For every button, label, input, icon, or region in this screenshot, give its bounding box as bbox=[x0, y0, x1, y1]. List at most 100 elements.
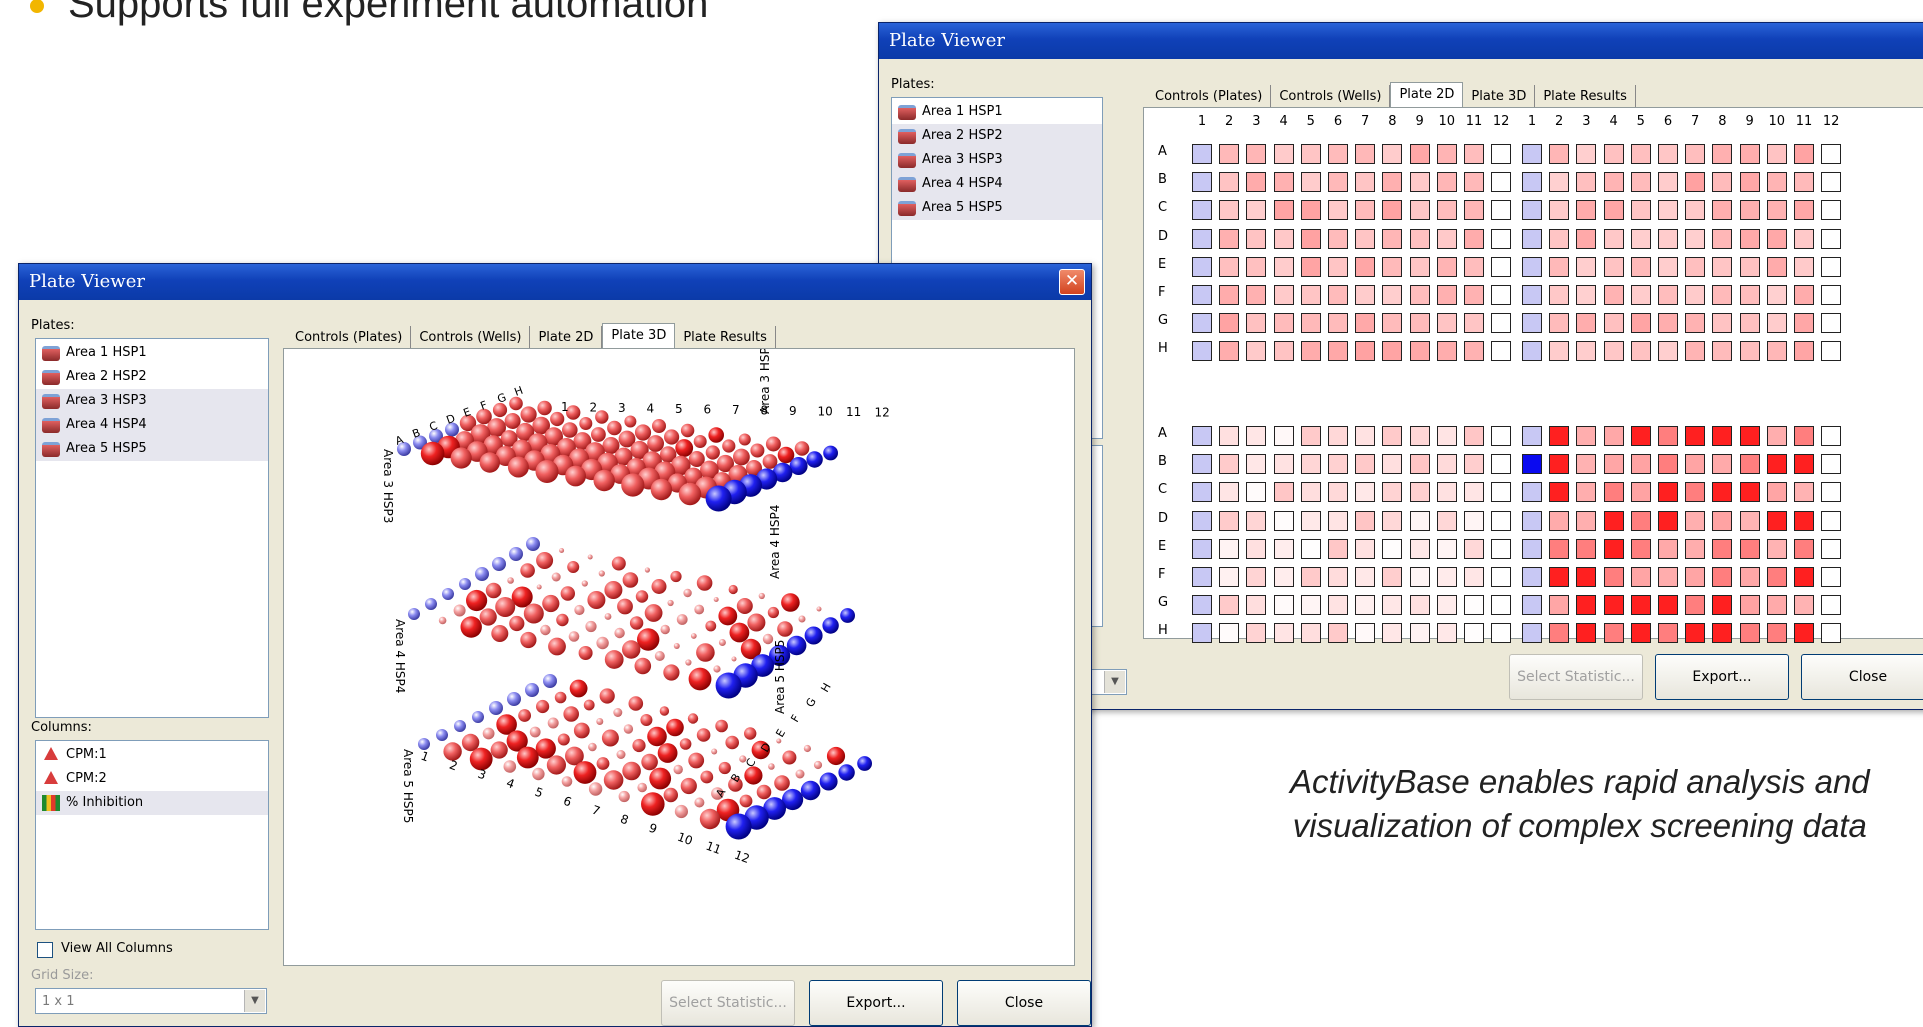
plate-well[interactable] bbox=[1300, 228, 1321, 249]
plate-well[interactable] bbox=[1192, 454, 1212, 475]
plate-well[interactable] bbox=[1192, 341, 1212, 362]
export-button[interactable]: Export... bbox=[809, 980, 943, 1026]
plate-well[interactable] bbox=[1576, 510, 1597, 531]
plate-well[interactable] bbox=[1794, 510, 1814, 531]
plate-well[interactable] bbox=[1273, 144, 1294, 164]
plate-list-item[interactable]: Area 4 HSP4 bbox=[892, 172, 1102, 196]
plate-well[interactable] bbox=[1766, 426, 1787, 446]
plate-well[interactable] bbox=[1766, 228, 1787, 249]
tab-controls-plates-[interactable]: Controls (Plates) bbox=[1147, 85, 1272, 109]
plate-well[interactable] bbox=[1630, 313, 1651, 334]
plate-well[interactable] bbox=[1300, 285, 1321, 305]
plate-well[interactable] bbox=[1522, 454, 1542, 475]
plate-well[interactable] bbox=[1192, 538, 1212, 559]
plate-well[interactable] bbox=[1821, 341, 1842, 362]
plate-well[interactable] bbox=[1328, 595, 1348, 616]
plate-well[interactable] bbox=[1219, 341, 1240, 362]
plate-well[interactable] bbox=[1685, 454, 1706, 475]
close-button[interactable]: Close bbox=[1801, 654, 1923, 700]
plate-well[interactable] bbox=[1658, 313, 1678, 334]
plate-well[interactable] bbox=[1409, 341, 1430, 362]
plate-well[interactable] bbox=[1576, 285, 1597, 305]
plate-well[interactable] bbox=[1436, 228, 1457, 249]
plate-well[interactable] bbox=[1355, 285, 1376, 305]
plate-well[interactable] bbox=[1794, 200, 1814, 221]
plate-well[interactable] bbox=[1409, 313, 1430, 334]
plate-well[interactable] bbox=[1766, 172, 1787, 193]
column-list-item[interactable]: CPM:1 bbox=[36, 743, 268, 767]
plate-well[interactable] bbox=[1355, 256, 1376, 277]
plate-well[interactable] bbox=[1603, 172, 1624, 193]
plate-well[interactable] bbox=[1685, 623, 1706, 644]
plate-well[interactable] bbox=[1603, 228, 1624, 249]
plate-well[interactable] bbox=[1328, 228, 1348, 249]
plate-well[interactable] bbox=[1273, 482, 1294, 503]
plate-well[interactable] bbox=[1821, 200, 1842, 221]
plate-well[interactable] bbox=[1603, 313, 1624, 334]
plate-well[interactable] bbox=[1436, 256, 1457, 277]
plate-well[interactable] bbox=[1712, 623, 1733, 644]
plate-well[interactable] bbox=[1246, 538, 1267, 559]
plate-well[interactable] bbox=[1273, 228, 1294, 249]
plate-well[interactable] bbox=[1712, 285, 1733, 305]
plate-well[interactable] bbox=[1603, 567, 1624, 587]
plate-well[interactable] bbox=[1766, 510, 1787, 531]
plate-well[interactable] bbox=[1549, 313, 1570, 334]
plate-well[interactable] bbox=[1821, 510, 1842, 531]
plate-well[interactable] bbox=[1794, 426, 1814, 446]
plate-well[interactable] bbox=[1219, 144, 1240, 164]
plate-well[interactable] bbox=[1355, 228, 1376, 249]
plate-well[interactable] bbox=[1549, 285, 1570, 305]
plate-well[interactable] bbox=[1409, 172, 1430, 193]
plate-well[interactable] bbox=[1685, 256, 1706, 277]
plate-well[interactable] bbox=[1464, 313, 1484, 334]
plate-well[interactable] bbox=[1603, 341, 1624, 362]
plate-well[interactable] bbox=[1576, 567, 1597, 587]
plate-well[interactable] bbox=[1300, 256, 1321, 277]
plate-well[interactable] bbox=[1491, 567, 1512, 587]
plate-well[interactable] bbox=[1658, 538, 1678, 559]
plate-well[interactable] bbox=[1549, 341, 1570, 362]
plate-well[interactable] bbox=[1219, 285, 1240, 305]
plate-well[interactable] bbox=[1603, 285, 1624, 305]
export-button[interactable]: Export... bbox=[1655, 654, 1789, 700]
plate-well[interactable] bbox=[1549, 482, 1570, 503]
plate-well[interactable] bbox=[1522, 341, 1542, 362]
plate-well[interactable] bbox=[1794, 623, 1814, 644]
plate-well[interactable] bbox=[1300, 172, 1321, 193]
plate-well[interactable] bbox=[1794, 256, 1814, 277]
plate-well[interactable] bbox=[1576, 482, 1597, 503]
plate-list-item[interactable]: Area 3 HSP3 bbox=[892, 148, 1102, 172]
plate-well[interactable] bbox=[1192, 313, 1212, 334]
plate-well[interactable] bbox=[1382, 482, 1403, 503]
plate-well[interactable] bbox=[1821, 426, 1842, 446]
plate-well[interactable] bbox=[1576, 200, 1597, 221]
plate-well[interactable] bbox=[1382, 341, 1403, 362]
plate-well[interactable] bbox=[1712, 172, 1733, 193]
plate-well[interactable] bbox=[1436, 285, 1457, 305]
plate-well[interactable] bbox=[1549, 144, 1570, 164]
plate-well[interactable] bbox=[1491, 623, 1512, 644]
plate-well[interactable] bbox=[1273, 200, 1294, 221]
plate-well[interactable] bbox=[1300, 313, 1321, 334]
grid-size-combo[interactable]: 1 x 1 ▼ bbox=[35, 988, 267, 1014]
plate-well[interactable] bbox=[1219, 482, 1240, 503]
plate-well[interactable] bbox=[1246, 256, 1267, 277]
plate-well[interactable] bbox=[1794, 285, 1814, 305]
plate-well[interactable] bbox=[1658, 256, 1678, 277]
plate-well[interactable] bbox=[1246, 623, 1267, 644]
plate-well[interactable] bbox=[1658, 200, 1678, 221]
plate-well[interactable] bbox=[1464, 200, 1484, 221]
plate-well[interactable] bbox=[1603, 482, 1624, 503]
plate-well[interactable] bbox=[1685, 538, 1706, 559]
plate-well[interactable] bbox=[1576, 172, 1597, 193]
title-bar[interactable]: Plate Viewer bbox=[879, 23, 1923, 59]
plate-well[interactable] bbox=[1246, 454, 1267, 475]
plate-well[interactable] bbox=[1821, 623, 1842, 644]
plate-well[interactable] bbox=[1355, 426, 1376, 446]
plate-well[interactable] bbox=[1630, 256, 1651, 277]
plate-well[interactable] bbox=[1328, 538, 1348, 559]
plate-well[interactable] bbox=[1821, 595, 1842, 616]
plate-well[interactable] bbox=[1192, 595, 1212, 616]
plate-well[interactable] bbox=[1355, 313, 1376, 334]
